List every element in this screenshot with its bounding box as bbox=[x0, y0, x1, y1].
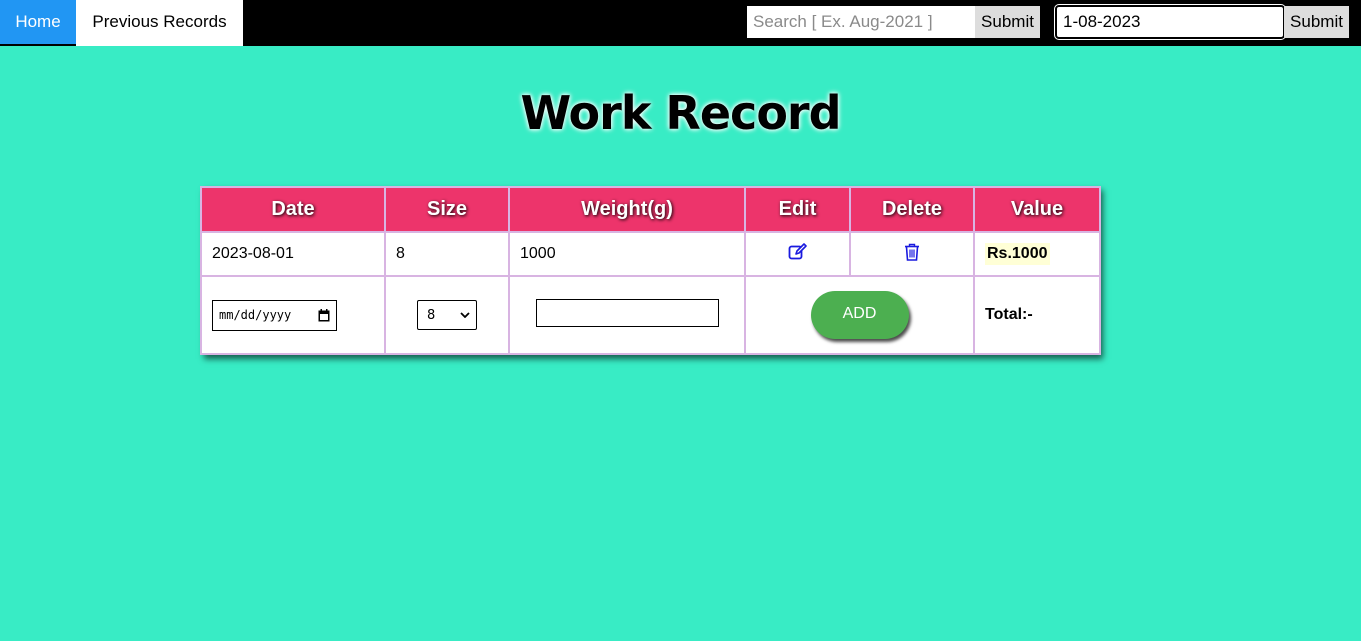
top-navigation-bar: Home Previous Records Submit Submit bbox=[0, 0, 1361, 46]
cell-edit bbox=[744, 231, 851, 277]
date-search-input[interactable] bbox=[1054, 4, 1286, 40]
cell-date-input: mm/dd/yyyy bbox=[200, 275, 386, 355]
table-row: 2023-08-01 8 1000 Rs.1000 bbox=[200, 231, 1101, 277]
value-badge: Rs.1000 bbox=[985, 243, 1050, 265]
total-label: Total:- bbox=[985, 306, 1033, 323]
trash-icon[interactable] bbox=[904, 243, 920, 261]
cell-weight-input bbox=[508, 275, 746, 355]
chevron-down-icon bbox=[460, 312, 470, 318]
size-select[interactable]: 8 bbox=[417, 300, 477, 330]
date-field[interactable]: mm/dd/yyyy bbox=[212, 299, 337, 331]
page-title: Work Record bbox=[520, 86, 841, 140]
work-record-table: Date Size Weight(g) Edit Delete Value 20… bbox=[200, 186, 1101, 355]
header-date: Date bbox=[200, 186, 386, 233]
table-header-row: Date Size Weight(g) Edit Delete Value bbox=[200, 186, 1101, 233]
header-delete: Delete bbox=[849, 186, 975, 233]
add-button[interactable]: ADD bbox=[810, 291, 909, 339]
cell-total: Total:- bbox=[973, 275, 1101, 355]
date-search-submit-button[interactable]: Submit bbox=[1284, 6, 1349, 38]
header-edit: Edit bbox=[744, 186, 851, 233]
cell-weight: 1000 bbox=[508, 231, 746, 277]
calendar-icon[interactable] bbox=[318, 308, 330, 322]
cell-value: Rs.1000 bbox=[973, 231, 1101, 277]
cell-size: 8 bbox=[384, 231, 510, 277]
header-weight: Weight(g) bbox=[508, 186, 746, 233]
cell-add: ADD bbox=[744, 275, 975, 355]
nav-previous-records-link[interactable]: Previous Records bbox=[76, 0, 243, 46]
date-placeholder: mm/dd/yyyy bbox=[219, 308, 292, 322]
header-value: Value bbox=[973, 186, 1101, 233]
weight-input[interactable] bbox=[535, 298, 719, 327]
nav-home-link[interactable]: Home bbox=[0, 0, 76, 44]
cell-date: 2023-08-01 bbox=[200, 231, 386, 277]
cell-size-select: 8 bbox=[384, 275, 510, 355]
add-entry-row: mm/dd/yyyy 8 ADD Total:- bbox=[200, 275, 1101, 355]
edit-icon[interactable] bbox=[788, 242, 808, 261]
search-submit-button[interactable]: Submit bbox=[975, 6, 1040, 38]
cell-delete bbox=[849, 231, 975, 277]
search-input[interactable] bbox=[747, 6, 976, 38]
size-selected-value: 8 bbox=[427, 307, 436, 323]
header-size: Size bbox=[384, 186, 510, 233]
